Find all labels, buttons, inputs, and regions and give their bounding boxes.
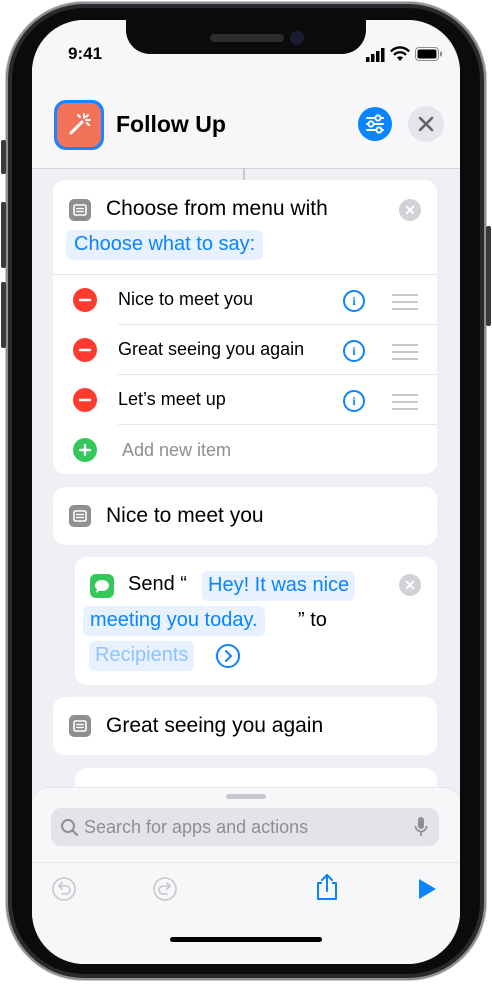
volume-down-button (1, 282, 6, 348)
delete-item-icon[interactable] (73, 288, 97, 312)
microphone-icon[interactable] (414, 816, 428, 843)
menu-case-title: Nice to meet you (106, 504, 264, 527)
play-icon[interactable] (416, 877, 438, 906)
add-new-item[interactable]: Add new item (122, 440, 231, 461)
delete-item-icon[interactable] (73, 388, 97, 412)
undo-icon[interactable] (51, 876, 77, 907)
info-icon[interactable]: i (343, 290, 365, 312)
messages-app-icon (90, 574, 114, 598)
reorder-handle-icon[interactable] (392, 344, 418, 365)
remove-block-icon[interactable]: ✕ (399, 574, 421, 596)
choose-from-menu-block[interactable] (53, 180, 437, 474)
status-time: 9:41 (68, 44, 103, 63)
to-label: ” to (298, 609, 327, 631)
menu-divider (53, 274, 437, 275)
magic-wand-icon[interactable] (57, 103, 101, 147)
redo-icon[interactable] (152, 876, 178, 907)
remove-block-icon[interactable]: ✕ (399, 199, 421, 221)
front-camera (290, 31, 304, 45)
side-button (486, 226, 491, 326)
battery-icon (415, 47, 443, 66)
send-label: Send “ (128, 573, 187, 595)
menu-item-label[interactable]: Great seeing you again (118, 339, 304, 360)
close-button[interactable] (408, 106, 444, 142)
row-divider (118, 374, 437, 375)
screen: 9:41 Follow Up Choose from menu with ✕ C… (32, 20, 460, 964)
home-indicator[interactable] (170, 937, 322, 942)
speaker (210, 34, 284, 42)
menu-case-title: Great seeing you again (106, 714, 324, 737)
info-icon[interactable]: i (343, 390, 365, 412)
menu-item-label[interactable]: Let’s meet up (118, 389, 226, 410)
row-divider (118, 324, 437, 325)
info-icon[interactable]: i (343, 340, 365, 362)
wifi-icon (390, 46, 410, 67)
toolbar-divider (32, 862, 460, 863)
cellular-signal-icon (366, 48, 386, 67)
share-icon[interactable] (314, 872, 340, 907)
message-token-line-1[interactable]: Hey! It was nice (202, 571, 356, 601)
menu-block-icon (69, 199, 91, 221)
chevron-right-circle-icon[interactable] (215, 643, 241, 674)
recipients-token[interactable]: Recipients (89, 641, 195, 671)
message-token-line-2[interactable]: meeting you today. (83, 606, 265, 636)
flow-connector (243, 168, 245, 180)
sliders-icon (366, 114, 384, 134)
row-divider (118, 424, 437, 425)
mute-switch (1, 140, 6, 174)
sheet-handle[interactable] (226, 794, 266, 799)
search-placeholder: Search for apps and actions (84, 817, 309, 837)
volume-up-button (1, 202, 6, 268)
menu-item-label[interactable]: Nice to meet you (118, 289, 253, 310)
search-icon (60, 818, 80, 843)
menu-block-title: Choose from menu with (106, 197, 328, 220)
reorder-handle-icon[interactable] (392, 294, 418, 315)
add-item-icon[interactable] (73, 438, 97, 462)
settings-button[interactable] (358, 107, 392, 141)
menu-block-icon (69, 715, 91, 737)
header-divider (32, 168, 460, 169)
menu-prompt-token[interactable]: Choose what to say: (66, 230, 264, 260)
delete-item-icon[interactable] (73, 338, 97, 362)
shortcut-title[interactable]: Follow Up (116, 111, 226, 138)
menu-block-icon (69, 505, 91, 527)
close-icon (418, 116, 434, 132)
reorder-handle-icon[interactable] (392, 394, 418, 415)
